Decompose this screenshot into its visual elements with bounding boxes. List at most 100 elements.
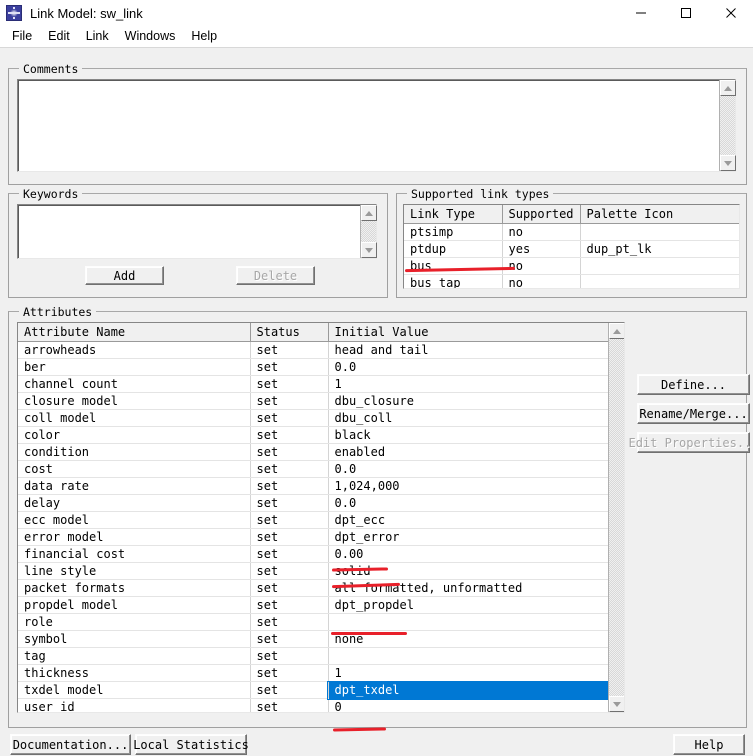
delete-keyword-button[interactable]: Delete (236, 266, 315, 285)
supported-link-types-legend: Supported link types (407, 187, 554, 201)
rename-merge-button[interactable]: Rename/Merge... (637, 403, 750, 424)
keywords-scroll-down-button[interactable] (361, 242, 377, 258)
documentation-button[interactable]: Documentation... (10, 734, 131, 755)
cell-link-type: bus tap (404, 274, 503, 288)
table-row[interactable]: ber set 0.0 (18, 358, 624, 376)
cell-initial-value[interactable]: 0.0 (328, 460, 624, 478)
cell-initial-value[interactable]: 1 (328, 375, 624, 393)
attributes-legend: Attributes (19, 305, 97, 319)
cell-initial-value[interactable]: none (328, 630, 624, 648)
edit-properties-button[interactable]: Edit Properties... (628, 432, 753, 453)
cell-initial-value[interactable]: dpt_propdel (328, 596, 624, 614)
cell-initial-value[interactable]: 0 (328, 698, 624, 712)
cell-initial-value[interactable]: head and tail (328, 341, 624, 359)
comments-scrollbar[interactable] (719, 80, 736, 171)
table-row[interactable]: delay set 0.0 (18, 494, 624, 512)
cell-initial-value[interactable]: 0.0 (328, 358, 624, 376)
close-button[interactable] (708, 0, 753, 26)
column-header-link-type[interactable]: Link Type (404, 205, 503, 224)
client-area: Comments Keywords Add Delete Supported l… (0, 48, 753, 756)
attributes-scroll-up-button[interactable] (609, 323, 624, 339)
comments-group: Comments (8, 62, 747, 185)
table-row[interactable]: coll model set dbu_coll (18, 409, 624, 427)
table-row[interactable]: tag set (18, 647, 624, 665)
table-row[interactable]: ptdup yes dup_pt_lk (404, 240, 739, 258)
column-header-palette-icon[interactable]: Palette Icon (580, 205, 739, 224)
table-row[interactable]: arrowheads set head and tail (18, 341, 624, 359)
cell-supported: yes (502, 240, 581, 258)
cell-initial-value[interactable]: 0.00 (328, 545, 624, 563)
table-row[interactable]: channel count set 1 (18, 375, 624, 393)
cell-initial-value[interactable]: dpt_ecc (328, 511, 624, 529)
menu-edit[interactable]: Edit (40, 27, 78, 45)
table-row[interactable]: color set black (18, 426, 624, 444)
column-header-initial-value[interactable]: Initial Value (328, 323, 624, 342)
comments-scroll-down-button[interactable] (720, 155, 736, 171)
cell-initial-value[interactable]: 1,024,000 (328, 477, 624, 495)
column-header-attribute-name[interactable]: Attribute Name (18, 323, 251, 342)
maximize-button[interactable] (663, 0, 708, 26)
attributes-scroll-down-button[interactable] (609, 696, 624, 712)
cell-status: set (250, 409, 329, 427)
table-row[interactable]: error model set dpt_error (18, 528, 624, 546)
comments-text (18, 80, 735, 86)
cell-palette-icon (580, 257, 739, 275)
table-row[interactable]: txdel model set dpt_txdel (18, 680, 624, 700)
cell-attribute-name: txdel model (18, 681, 251, 699)
cell-status: set (250, 664, 329, 682)
cell-attribute-name: arrowheads (18, 341, 251, 359)
table-row[interactable]: role set (18, 613, 624, 631)
minimize-button[interactable] (618, 0, 663, 26)
cell-initial-value[interactable]: enabled (328, 443, 624, 461)
cell-initial-value[interactable] (328, 647, 624, 665)
cell-initial-value[interactable]: dbu_closure (328, 392, 624, 410)
local-statistics-button[interactable]: Local Statistics (133, 734, 249, 755)
keywords-list[interactable] (17, 204, 377, 259)
attributes-scrollbar[interactable] (608, 323, 624, 712)
table-row[interactable]: packet formats set all formatted, unformat… (18, 579, 624, 597)
cell-initial-value[interactable]: dpt_txdel (327, 680, 624, 700)
table-row[interactable]: bus tap no (404, 274, 739, 288)
table-row[interactable]: cost set 0.0 (18, 460, 624, 478)
add-keyword-button[interactable]: Add (85, 266, 164, 285)
cell-initial-value[interactable]: 1 (328, 664, 624, 682)
attributes-table-wrap: Attribute Name Status Initial Value arro… (17, 322, 625, 713)
cell-status: set (250, 375, 329, 393)
table-row[interactable]: closure model set dbu_closure (18, 392, 624, 410)
keywords-scroll-up-button[interactable] (361, 205, 377, 221)
cell-initial-value[interactable]: black (328, 426, 624, 444)
cell-initial-value[interactable] (328, 613, 624, 631)
define-button[interactable]: Define... (637, 374, 750, 395)
table-row[interactable]: user id set 0 (18, 698, 624, 712)
comments-textarea[interactable] (17, 79, 736, 172)
table-row[interactable]: ptsimp no (404, 223, 739, 241)
table-row[interactable]: financial cost set 0.00 (18, 545, 624, 563)
table-row[interactable]: line style set solid (18, 562, 624, 580)
cell-status: set (250, 528, 329, 546)
menu-windows[interactable]: Windows (117, 27, 184, 45)
table-row[interactable]: condition set enabled (18, 443, 624, 461)
table-row[interactable]: data rate set 1,024,000 (18, 477, 624, 495)
table-row[interactable]: thickness set 1 (18, 664, 624, 682)
table-row[interactable]: symbol set none (18, 630, 624, 648)
comments-scroll-up-button[interactable] (720, 80, 736, 96)
column-header-status[interactable]: Status (250, 323, 329, 342)
keywords-scrollbar[interactable] (360, 205, 377, 258)
table-row[interactable]: ecc model set dpt_ecc (18, 511, 624, 529)
table-row[interactable]: bus no (404, 257, 739, 275)
cell-initial-value[interactable]: dbu_coll (328, 409, 624, 427)
help-button[interactable]: Help (673, 734, 745, 755)
cell-initial-value[interactable]: 0.0 (328, 494, 624, 512)
triangle-up-icon (365, 210, 373, 216)
menu-file[interactable]: File (4, 27, 40, 45)
cell-initial-value[interactable]: solid (328, 562, 624, 580)
cell-initial-value[interactable]: all formatted, unformatted (328, 579, 624, 597)
menu-help[interactable]: Help (183, 27, 225, 45)
cell-initial-value[interactable]: dpt_error (328, 528, 624, 546)
triangle-down-icon (724, 160, 732, 166)
column-header-supported[interactable]: Supported (502, 205, 581, 224)
cell-attribute-name: financial cost (18, 545, 251, 563)
table-row[interactable]: propdel model set dpt_propdel (18, 596, 624, 614)
menu-link[interactable]: Link (78, 27, 117, 45)
cell-attribute-name: condition (18, 443, 251, 461)
